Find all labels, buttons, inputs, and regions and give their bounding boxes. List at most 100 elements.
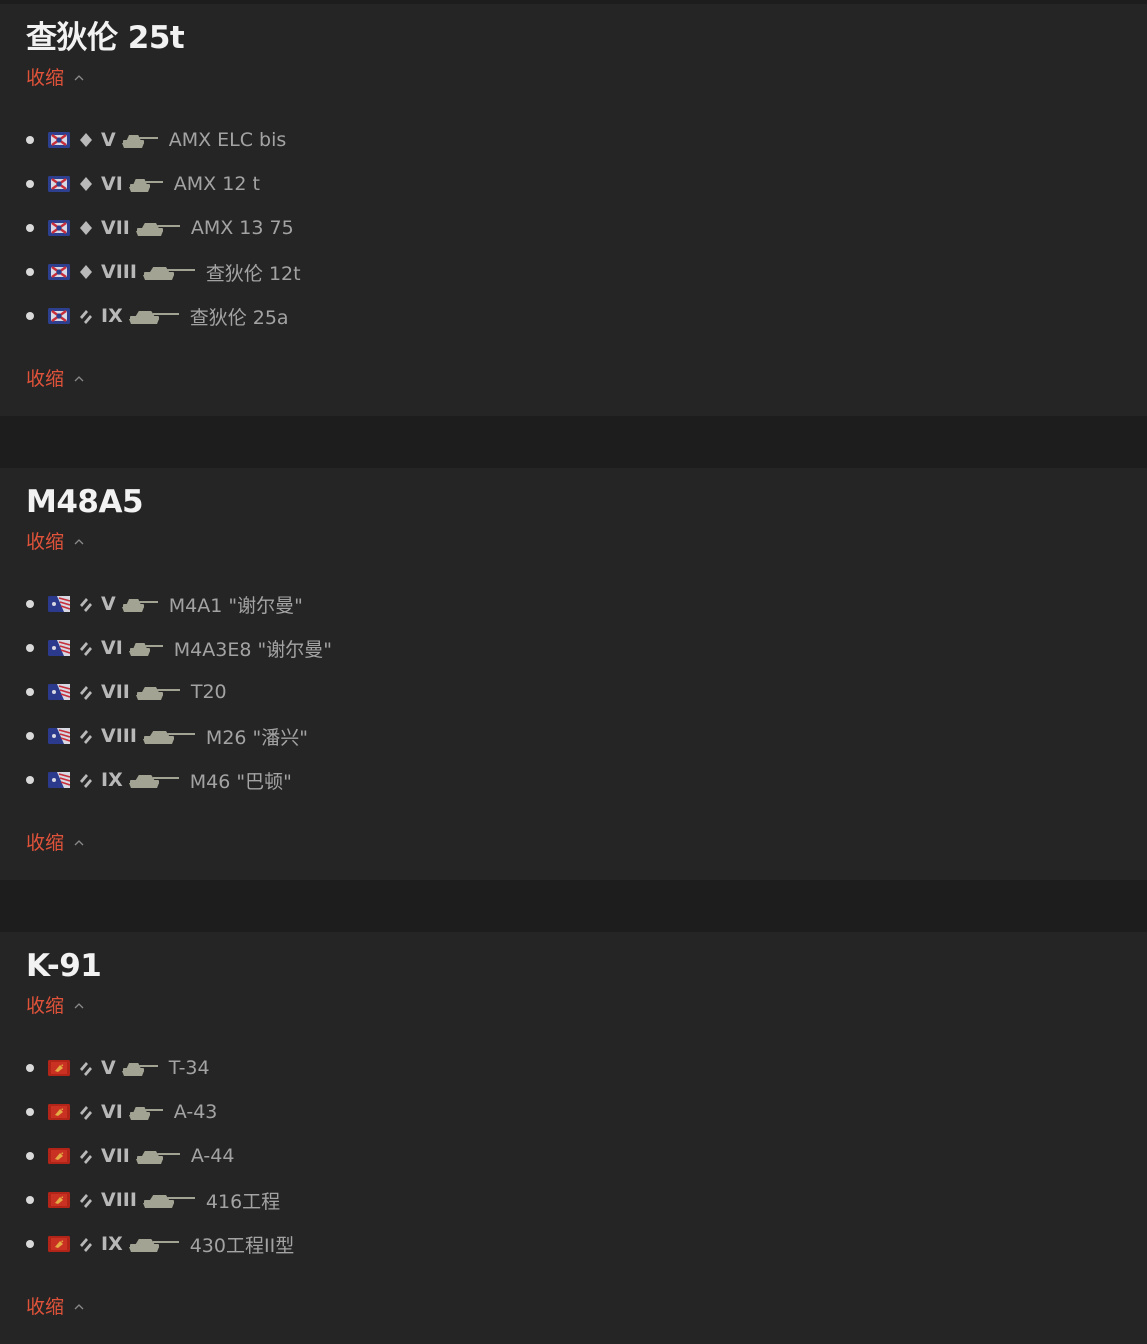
tank-list-item[interactable]: IX 查狄伦 25a: [26, 294, 301, 338]
panel-title: K-91: [26, 948, 102, 984]
tank-name[interactable]: M4A1 "谢尔曼": [169, 591, 303, 618]
tank-name[interactable]: T20: [191, 681, 227, 703]
tank-silhouette-icon: [128, 1239, 179, 1252]
chevron-up-icon: [74, 75, 84, 81]
tank-silhouette-icon: [121, 599, 158, 612]
bullet-icon: [26, 268, 34, 276]
tank-name[interactable]: AMX ELC bis: [169, 129, 287, 151]
tank-name[interactable]: M4A3E8 "谢尔曼": [174, 635, 332, 662]
ussr-flag-icon: [48, 1236, 70, 1252]
bullet-icon: [26, 1240, 34, 1248]
tank-list-item[interactable]: V M4A1 "谢尔曼": [26, 582, 332, 626]
tank-silhouette-icon: [142, 731, 195, 744]
chevron-up-icon: [74, 1304, 84, 1310]
ussr-flag-icon: [48, 1104, 70, 1120]
bullet-icon: [26, 732, 34, 740]
usa-flag-icon: [48, 772, 70, 788]
collapse-toggle-top[interactable]: 收缩: [26, 531, 84, 553]
bullet-icon: [26, 1152, 34, 1160]
medium-tank-icon: [80, 686, 92, 700]
tank-silhouette-icon: [142, 267, 195, 280]
tank-tier: VIII: [101, 725, 137, 747]
collapse-label: 收缩: [26, 832, 65, 854]
france-flag-icon: [48, 132, 70, 148]
tank-silhouette-icon: [128, 643, 163, 656]
tank-name[interactable]: M46 "巴顿": [190, 767, 292, 794]
diamond-icon: [80, 265, 92, 279]
medium-tank-icon: [80, 1062, 92, 1076]
usa-flag-icon: [48, 684, 70, 700]
france-flag-icon: [48, 264, 70, 280]
tank-panel-k91: K-91 收缩 V T-34 VI A-43 VII A-44 VIII 416工程 IX 430…: [0, 932, 1147, 1344]
medium-tank-icon: [80, 1238, 92, 1252]
tank-name[interactable]: 查狄伦 25a: [190, 303, 289, 330]
collapse-toggle-top[interactable]: 收缩: [26, 995, 84, 1017]
tank-list-item[interactable]: VI AMX 12 t: [26, 162, 301, 206]
tank-silhouette-icon: [135, 223, 180, 236]
collapse-label: 收缩: [26, 531, 65, 553]
tank-silhouette-icon: [121, 1063, 158, 1076]
tank-tier: V: [101, 1057, 116, 1079]
collapse-toggle-top[interactable]: 收缩: [26, 67, 84, 89]
collapse-label: 收缩: [26, 1296, 65, 1318]
tank-name[interactable]: M26 "潘兴": [206, 723, 308, 750]
tank-tier: VIII: [101, 261, 137, 283]
tank-list-item[interactable]: VIII M26 "潘兴": [26, 714, 332, 758]
tank-list-item[interactable]: VI A-43: [26, 1090, 294, 1134]
tank-list-item[interactable]: VII AMX 13 75: [26, 206, 301, 250]
tank-tier: VII: [101, 217, 130, 239]
tank-list-item[interactable]: IX M46 "巴顿": [26, 758, 332, 802]
tank-name[interactable]: A-44: [191, 1145, 235, 1167]
panel-title: 查狄伦 25t: [26, 20, 185, 56]
tank-name[interactable]: 430工程II型: [190, 1231, 294, 1258]
tank-name[interactable]: AMX 12 t: [174, 173, 260, 195]
tank-list: V AMX ELC bis VI AMX 12 t VII AMX 13 75 VIII 查狄…: [26, 118, 301, 338]
tank-list-item[interactable]: VI M4A3E8 "谢尔曼": [26, 626, 332, 670]
medium-tank-icon: [80, 598, 92, 612]
collapse-label: 收缩: [26, 368, 65, 390]
bullet-icon: [26, 1108, 34, 1116]
medium-tank-icon: [80, 1106, 92, 1120]
collapse-toggle-bottom[interactable]: 收缩: [26, 1296, 84, 1318]
tank-name[interactable]: 查狄伦 12t: [206, 259, 301, 286]
medium-tank-icon: [80, 774, 92, 788]
tank-name[interactable]: T-34: [169, 1057, 210, 1079]
ussr-flag-icon: [48, 1148, 70, 1164]
tank-tier: IX: [101, 769, 123, 791]
tank-silhouette-icon: [128, 311, 179, 324]
tank-tier: VII: [101, 681, 130, 703]
tank-name[interactable]: A-43: [174, 1101, 218, 1123]
tank-silhouette-icon: [142, 1195, 195, 1208]
tank-list: V T-34 VI A-43 VII A-44 VIII 416工程 IX 430工程II型: [26, 1046, 294, 1266]
tank-silhouette-icon: [135, 1151, 180, 1164]
tank-panel-m48a5: M48A5 收缩 V M4A1 "谢尔曼" VI M4A3E8 "谢尔曼" VII T20…: [0, 468, 1147, 880]
tank-list-item[interactable]: VII A-44: [26, 1134, 294, 1178]
collapse-label: 收缩: [26, 67, 65, 89]
chevron-up-icon: [74, 840, 84, 846]
ussr-flag-icon: [48, 1192, 70, 1208]
tank-tier: VIII: [101, 1189, 137, 1211]
bullet-icon: [26, 688, 34, 696]
ussr-flag-icon: [48, 1060, 70, 1076]
chevron-up-icon: [74, 376, 84, 382]
tank-name[interactable]: AMX 13 75: [191, 217, 294, 239]
tank-list-item[interactable]: V T-34: [26, 1046, 294, 1090]
tank-list-item[interactable]: VIII 查狄伦 12t: [26, 250, 301, 294]
bullet-icon: [26, 1196, 34, 1204]
tank-list-item[interactable]: V AMX ELC bis: [26, 118, 301, 162]
tank-list-item[interactable]: VII T20: [26, 670, 332, 714]
panel-title: M48A5: [26, 484, 144, 520]
collapse-toggle-bottom[interactable]: 收缩: [26, 832, 84, 854]
tank-list-item[interactable]: IX 430工程II型: [26, 1222, 294, 1266]
tank-name[interactable]: 416工程: [206, 1187, 280, 1214]
diamond-icon: [80, 221, 92, 235]
collapse-toggle-bottom[interactable]: 收缩: [26, 368, 84, 390]
page: 查狄伦 25t 收缩 V AMX ELC bis VI AMX 12 t VII AMX …: [0, 0, 1147, 1344]
medium-tank-icon: [80, 1150, 92, 1164]
usa-flag-icon: [48, 640, 70, 656]
tank-tier: VI: [101, 1101, 123, 1123]
bullet-icon: [26, 776, 34, 784]
bullet-icon: [26, 312, 34, 320]
chevron-up-icon: [74, 1003, 84, 1009]
tank-list-item[interactable]: VIII 416工程: [26, 1178, 294, 1222]
